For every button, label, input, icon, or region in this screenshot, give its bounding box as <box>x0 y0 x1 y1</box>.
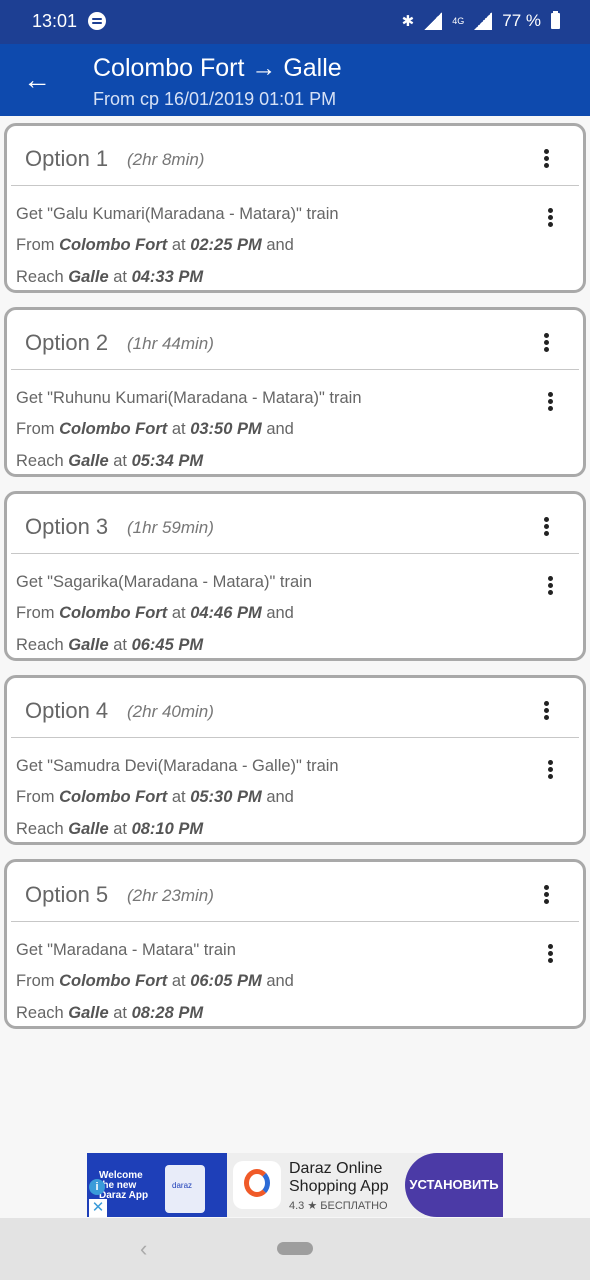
departure-line: From Colombo Fort at 06:05 PM and <box>16 972 294 990</box>
ad-close-icon[interactable]: ✕ <box>89 1199 107 1217</box>
option-more-icon[interactable] <box>539 144 555 174</box>
ad-phone-logo: daraz <box>172 1181 193 1190</box>
to-station: Galle <box>68 820 109 838</box>
signal-icon-2 <box>474 12 493 30</box>
signal-icon <box>424 12 443 30</box>
option-header: Option 3 (1hr 59min) <box>11 494 579 554</box>
ad-image[interactable]: Welcome the new Daraz App daraz i ✕ <box>87 1153 227 1217</box>
to-station: Galle <box>68 636 109 654</box>
train-more-icon[interactable] <box>543 203 559 233</box>
ad-image-text: Welcome the new Daraz App <box>99 1170 149 1201</box>
arrival-time: 08:10 PM <box>131 820 204 838</box>
train-more-icon[interactable] <box>543 571 559 601</box>
from-station: Colombo Fort <box>59 236 168 254</box>
from-station: Colombo Fort <box>59 972 168 990</box>
option-card[interactable]: Option 4 (2hr 40min) Get "Samudra Devi(M… <box>4 675 586 845</box>
arrival-time: 04:33 PM <box>131 268 204 286</box>
option-card[interactable]: Option 2 (1hr 44min) Get "Ruhunu Kumari(… <box>4 307 586 477</box>
from-station: Colombo Fort <box>59 604 168 622</box>
departure-time: 05:30 PM <box>190 788 262 806</box>
train-name: Get "Galu Kumari(Maradana - Matara)" tra… <box>16 205 339 223</box>
battery-percent: 77 % <box>502 11 541 30</box>
departure-line: From Colombo Fort at 04:46 PM and <box>16 604 294 622</box>
departure-time: 04:46 PM <box>190 604 262 622</box>
train-more-icon[interactable] <box>543 387 559 417</box>
train-name: Get "Samudra Devi(Maradana - Galle)" tra… <box>16 757 339 775</box>
ad-banner[interactable]: Welcome the new Daraz App daraz i ✕ Dara… <box>87 1153 503 1217</box>
train-name: Get "Sagarika(Maradana - Matara)" train <box>16 573 313 591</box>
option-duration: (1hr 59min) <box>127 518 214 537</box>
phone-mockup-icon: daraz <box>165 1165 205 1213</box>
ad-rating: 4.3 ★ БЕСПЛАТНО <box>289 1200 388 1212</box>
train-more-icon[interactable] <box>543 755 559 785</box>
nav-back-icon[interactable]: ‹ <box>140 1236 147 1262</box>
train-name: Get "Ruhunu Kumari(Maradana - Matara)" t… <box>16 389 362 407</box>
departure-line: From Colombo Fort at 05:30 PM and <box>16 788 294 806</box>
arrival-line: Reach Galle at 08:10 PM <box>16 820 204 838</box>
option-more-icon[interactable] <box>539 696 555 726</box>
arrival-line: Reach Galle at 08:28 PM <box>16 1004 204 1022</box>
option-title: Option 1 <box>25 146 109 171</box>
option-card[interactable]: Option 1 (2hr 8min) Get "Galu Kumari(Mar… <box>4 123 586 293</box>
option-more-icon[interactable] <box>539 880 555 910</box>
page-subtitle: From cp 16/01/2019 01:01 PM <box>93 89 337 109</box>
option-header: Option 1 (2hr 8min) <box>11 126 579 186</box>
arrival-line: Reach Galle at 04:33 PM <box>16 268 204 286</box>
option-duration: (2hr 23min) <box>127 886 214 905</box>
status-time: 13:01 <box>32 11 78 31</box>
departure-time: 02:25 PM <box>190 236 262 254</box>
to-station: Galle <box>68 452 109 470</box>
option-duration: (1hr 44min) <box>127 334 214 353</box>
option-title: Option 4 <box>25 698 109 723</box>
ad-info-icon[interactable]: i <box>89 1179 105 1195</box>
option-duration: (2hr 8min) <box>127 150 205 169</box>
train-name: Get "Maradana - Matara" train <box>16 941 236 959</box>
option-duration: (2hr 40min) <box>127 702 214 721</box>
daraz-logo-icon <box>233 1161 281 1209</box>
departure-line: From Colombo Fort at 02:25 PM and <box>16 236 294 254</box>
option-header: Option 5 (2hr 23min) <box>11 862 579 922</box>
arrival-line: Reach Galle at 06:45 PM <box>16 636 204 654</box>
from-station: Colombo Fort <box>59 420 168 438</box>
option-title: Option 2 <box>25 330 109 355</box>
system-nav-bar: ‹ <box>0 1218 590 1280</box>
option-title: Option 5 <box>25 882 109 907</box>
arrival-time: 08:28 PM <box>131 1004 204 1022</box>
to-station: Galle <box>68 268 109 286</box>
bluetooth-icon: ✱ <box>401 13 415 30</box>
app-bar: ← Colombo Fort → Galle From cp 16/01/201… <box>0 44 590 116</box>
option-more-icon[interactable] <box>539 512 555 542</box>
network-type-label: 4G <box>452 16 465 26</box>
install-button[interactable]: УСТАНОВИТЬ <box>405 1153 503 1217</box>
back-arrow-icon[interactable]: ← <box>20 63 54 97</box>
page-title: Colombo Fort → Galle <box>93 54 342 82</box>
option-header: Option 2 (1hr 44min) <box>11 310 579 370</box>
options-list: Option 1 (2hr 8min) Get "Galu Kumari(Mar… <box>4 123 586 1043</box>
from-station: Colombo Fort <box>59 788 168 806</box>
option-header: Option 4 (2hr 40min) <box>11 678 579 738</box>
arrival-line: Reach Galle at 05:34 PM <box>16 452 204 470</box>
departure-line: From Colombo Fort at 03:50 PM and <box>16 420 294 438</box>
spotify-icon <box>88 12 106 30</box>
battery-icon <box>551 11 560 29</box>
status-icons: ✱ 4G 77 % <box>402 11 560 31</box>
option-more-icon[interactable] <box>539 328 555 358</box>
train-more-icon[interactable] <box>543 939 559 969</box>
ad-app-name: Daraz Online Shopping App <box>289 1160 389 1195</box>
status-bar: 13:01 ✱ 4G 77 % <box>0 0 590 44</box>
arrival-time: 05:34 PM <box>131 452 204 470</box>
option-card[interactable]: Option 5 (2hr 23min) Get "Maradana - Mat… <box>4 859 586 1029</box>
nav-home-pill[interactable] <box>277 1242 313 1255</box>
option-card[interactable]: Option 3 (1hr 59min) Get "Sagarika(Marad… <box>4 491 586 661</box>
option-title: Option 3 <box>25 514 109 539</box>
arrival-time: 06:45 PM <box>131 636 204 654</box>
departure-time: 03:50 PM <box>190 420 262 438</box>
to-station: Galle <box>68 1004 109 1022</box>
departure-time: 06:05 PM <box>190 972 262 990</box>
